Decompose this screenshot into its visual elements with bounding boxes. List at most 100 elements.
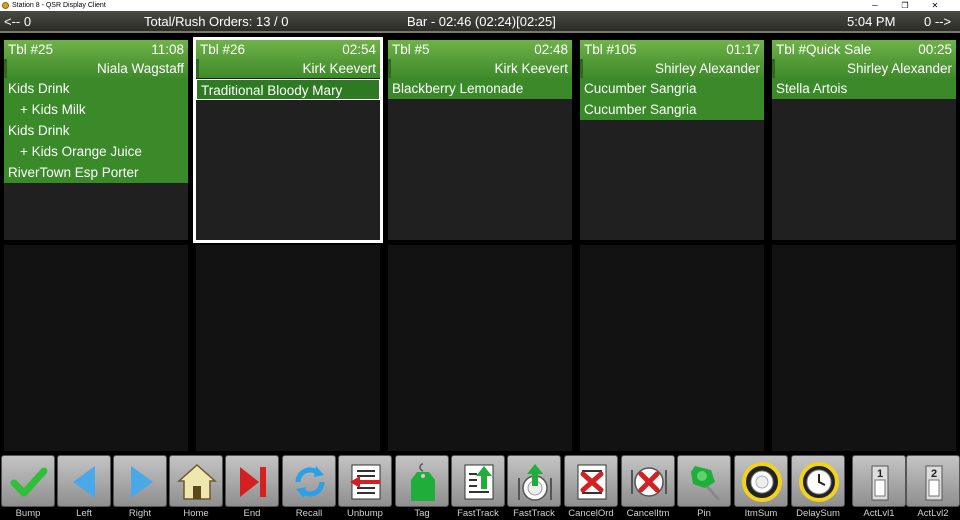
- ticket-stripe: [388, 59, 391, 78]
- ticket-table: Tbl #Quick Sale: [776, 42, 872, 57]
- ticket-item[interactable]: Kids Drink: [4, 120, 188, 141]
- home-icon: [177, 463, 217, 500]
- right-button[interactable]: Right: [113, 455, 167, 519]
- tag-icon: [411, 463, 435, 501]
- home-button[interactable]: Home: [169, 455, 223, 519]
- item-summary-icon: [742, 462, 782, 502]
- action-level-2-badge: 2: [931, 468, 937, 480]
- ticket-item[interactable]: Stella Artois: [772, 78, 956, 99]
- order-ticket[interactable]: Tbl #Quick Sale 00:25 Shirley Alexander …: [772, 40, 956, 240]
- tag-button[interactable]: Tag: [395, 455, 449, 519]
- minimize-icon[interactable]: ─: [860, 0, 890, 11]
- order-ticket[interactable]: Tbl #105 01:17 Shirley Alexander Cucumbe…: [580, 40, 764, 240]
- arrow-right-icon: [131, 466, 153, 498]
- end-icon: [240, 467, 266, 497]
- right-label: Right: [128, 508, 152, 519]
- window-titlebar: Station 8 - QSR Display Client ─ ❐ ✕: [0, 0, 960, 11]
- next-page-link[interactable]: 0 -->: [924, 11, 951, 33]
- end-button[interactable]: End: [225, 455, 279, 519]
- action-level-1-badge: 1: [877, 468, 883, 480]
- fasttrack-plate-icon: [518, 464, 552, 501]
- ticket-table: Tbl #5: [392, 42, 430, 57]
- ticket-stripe: [580, 59, 583, 78]
- empty-cell: [388, 245, 572, 451]
- action-level-2-button[interactable]: 2 ActLvl2: [906, 455, 960, 519]
- pin-button[interactable]: Pin: [677, 455, 731, 519]
- ticket-time: 11:08: [151, 42, 184, 57]
- order-ticket[interactable]: Tbl #5 02:48 Kirk Keevert Blackberry Lem…: [388, 40, 572, 240]
- ticket-header: Tbl #5 02:48 Kirk Keevert: [388, 40, 572, 78]
- home-label: Home: [183, 508, 209, 519]
- ticket-header: Tbl #25 11:08 Niala Wagstaff: [4, 40, 188, 78]
- ticket-server: Shirley Alexander: [846, 61, 952, 76]
- ticket-server: Kirk Keevert: [494, 61, 568, 76]
- clock: 5:04 PM: [847, 14, 896, 29]
- fasttrack-item-button[interactable]: FastTrack: [507, 455, 561, 519]
- ticket-server: Shirley Alexander: [654, 61, 760, 76]
- fasttrack-button[interactable]: FastTrack: [451, 455, 505, 519]
- empty-cell: [580, 245, 764, 451]
- ticket-item-selected[interactable]: Traditional Bloody Mary: [196, 79, 380, 100]
- prev-page-link[interactable]: <-- 0: [4, 11, 31, 33]
- item-summary-label: ItmSum: [744, 508, 778, 519]
- unbump-button[interactable]: Unbump: [338, 455, 392, 519]
- fasttrack-label: FastTrack: [457, 508, 499, 519]
- order-totals: Total/Rush Orders: 13 / 0: [144, 14, 289, 29]
- action-level-2-icon: 2: [925, 465, 943, 501]
- ticket-table: Tbl #25: [8, 42, 54, 57]
- ticket-item-modifier[interactable]: + Kids Orange Juice: [4, 141, 188, 162]
- fasttrack-item-label: FastTrack: [513, 508, 555, 519]
- ticket-item[interactable]: Cucumber Sangria: [580, 78, 764, 99]
- ticket-table: Tbl #105: [584, 42, 637, 57]
- empty-cell: [772, 245, 956, 451]
- ticket-time: 01:17: [726, 42, 760, 57]
- cancel-item-icon: [631, 467, 667, 497]
- close-icon[interactable]: ✕: [920, 0, 950, 11]
- left-button[interactable]: Left: [57, 455, 111, 519]
- station-timer: Bar - 02:46 (02:24)[02:25]: [407, 14, 556, 29]
- ticket-item[interactable]: RiverTown Esp Porter: [4, 162, 188, 183]
- item-summary-button[interactable]: ItmSum: [734, 455, 788, 519]
- cancel-order-button[interactable]: CancelOrd: [564, 455, 618, 519]
- recall-icon: [295, 466, 325, 498]
- ticket-time: 00:25: [918, 42, 952, 57]
- ticket-header: Tbl #Quick Sale 00:25 Shirley Alexander: [772, 40, 956, 78]
- ticket-stripe: [4, 59, 7, 78]
- ticket-item-modifier[interactable]: + Kids Milk: [4, 99, 188, 120]
- ticket-time: 02:48: [534, 42, 568, 57]
- action-level-1-button[interactable]: 1 ActLvl1: [852, 455, 906, 519]
- end-label: End: [243, 508, 261, 519]
- ticket-item[interactable]: Blackberry Lemonade: [388, 78, 572, 99]
- tag-label: Tag: [414, 508, 430, 519]
- pin-label: Pin: [697, 508, 711, 519]
- ticket-header: Tbl #105 01:17 Shirley Alexander: [580, 40, 764, 78]
- ticket-table: Tbl #26: [200, 42, 246, 57]
- recall-label: Recall: [295, 508, 323, 519]
- window-title: Station 8 - QSR Display Client: [12, 2, 106, 9]
- cancel-order-icon: [577, 464, 607, 500]
- cancel-item-button[interactable]: CancelItm: [621, 455, 675, 519]
- unbump-label: Unbump: [347, 508, 383, 519]
- ticket-item[interactable]: Kids Drink: [4, 78, 188, 99]
- recall-button[interactable]: Recall: [282, 455, 336, 519]
- ticket-grid: Tbl #25 11:08 Niala Wagstaff Kids Drink …: [0, 35, 960, 453]
- restore-icon[interactable]: ❐: [890, 0, 920, 11]
- cancel-item-label: CancelItm: [626, 508, 670, 519]
- delay-summary-button[interactable]: DelaySum: [791, 455, 845, 519]
- delay-summary-icon: [799, 462, 839, 502]
- unbump-icon: [350, 464, 381, 500]
- ticket-header: Tbl #26 02:54 Kirk Keevert: [196, 40, 380, 78]
- status-bar: <-- 0 Total/Rush Orders: 13 / 0 Bar - 02…: [0, 11, 960, 33]
- pin-icon: [691, 466, 721, 501]
- order-ticket[interactable]: Tbl #25 11:08 Niala Wagstaff Kids Drink …: [4, 40, 188, 240]
- ticket-stripe: [196, 59, 199, 78]
- empty-cell: [4, 245, 188, 451]
- action-level-1-label: ActLvl1: [863, 508, 895, 519]
- left-label: Left: [76, 508, 92, 519]
- ticket-time: 02:54: [342, 42, 376, 57]
- order-ticket-selected[interactable]: Tbl #26 02:54 Kirk Keevert Traditional B…: [193, 37, 383, 243]
- action-level-2-label: ActLvl2: [917, 508, 949, 519]
- cancel-order-label: CancelOrd: [568, 508, 614, 519]
- bump-button[interactable]: Bump: [1, 455, 55, 519]
- ticket-item[interactable]: Cucumber Sangria: [580, 99, 764, 120]
